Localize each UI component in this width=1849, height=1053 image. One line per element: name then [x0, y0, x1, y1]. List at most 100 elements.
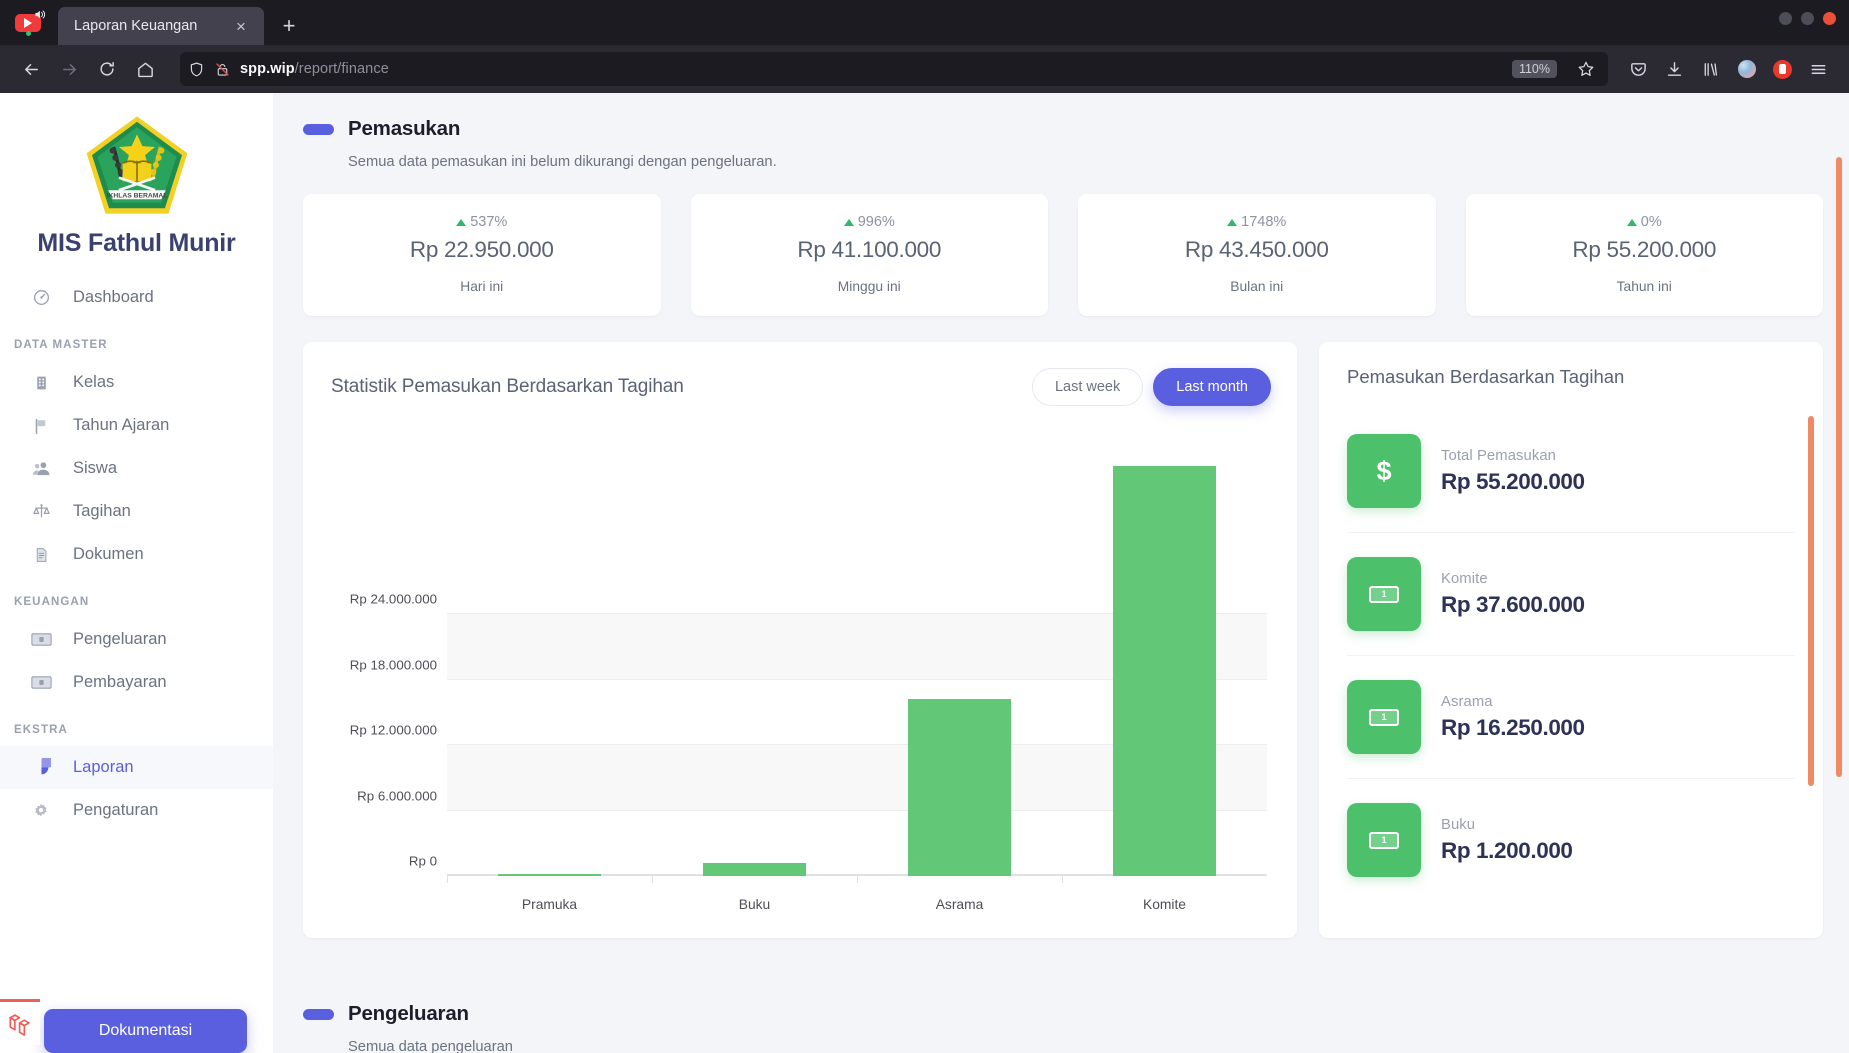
stat-label: Minggu ini	[691, 263, 1049, 294]
last-month-button[interactable]: Last month	[1153, 368, 1271, 406]
sidebar-item-pengeluaran[interactable]: Pengeluaran	[0, 618, 273, 661]
last-week-button[interactable]: Last week	[1032, 368, 1143, 406]
stats-row: 537% Rp 22.950.000 Hari ini 996% Rp 41.1…	[303, 170, 1823, 316]
library-icon[interactable]	[1694, 53, 1727, 86]
main-content: Pemasukan Semua data pemasukan ini belum…	[273, 93, 1849, 1053]
stat-trend: 996%	[691, 214, 1049, 230]
sidebar-item-laporan[interactable]: Laporan	[0, 746, 273, 789]
sidebar-item-label: Tahun Ajaran	[73, 416, 169, 435]
reload-icon[interactable]	[90, 52, 124, 86]
forward-arrow-icon[interactable]	[52, 52, 86, 86]
sidebar-item-tahun-ajaran[interactable]: Tahun Ajaran	[0, 404, 273, 447]
stat-label: Bulan ini	[1078, 263, 1436, 294]
sidebar-item-label: Pengeluaran	[73, 630, 167, 649]
sidebar-section-keuangan: KEUANGAN	[0, 576, 273, 618]
url-path: /report/finance	[295, 61, 389, 77]
stat-percent: 537%	[470, 214, 507, 230]
sidebar-item-label: Tagihan	[73, 502, 131, 521]
browser-tab[interactable]: Laporan Keuangan ×	[58, 7, 264, 45]
section-marker-pill	[303, 124, 334, 135]
download-icon[interactable]	[1658, 53, 1691, 86]
chart-title: Statistik Pemasukan Berdasarkan Tagihan	[331, 376, 1032, 398]
bar-column	[857, 440, 1062, 876]
bar[interactable]	[1113, 466, 1216, 876]
ublock-origin-icon[interactable]	[1766, 53, 1799, 86]
bar-series	[447, 440, 1267, 876]
trend-up-icon	[1627, 219, 1637, 226]
sidebar-item-siswa[interactable]: Siswa	[0, 447, 273, 490]
page-scrollbar[interactable]	[1836, 157, 1842, 777]
building-icon	[30, 374, 52, 392]
plot-area: Rp 0Rp 6.000.000Rp 12.000.000Rp 18.000.0…	[447, 440, 1267, 876]
sidebar-item-dokumen[interactable]: Dokumen	[0, 533, 273, 576]
document-icon	[30, 546, 52, 564]
pocket-icon[interactable]	[1622, 53, 1655, 86]
star-icon[interactable]	[1572, 55, 1600, 83]
close-icon[interactable]: ×	[228, 13, 254, 39]
maximize-button[interactable]	[1801, 12, 1814, 25]
sidebar-item-pembayaran[interactable]: Pembayaran	[0, 661, 273, 704]
tab-strip: Laporan Keuangan × +	[0, 0, 1849, 45]
stat-percent: 1748%	[1241, 214, 1286, 230]
back-arrow-icon[interactable]	[14, 52, 48, 86]
stat-trend: 537%	[303, 214, 661, 230]
list-item[interactable]: 1 Komite Rp 37.600.000	[1347, 533, 1795, 656]
sidebar-item-dashboard[interactable]: Dashboard	[0, 276, 273, 319]
account-avatar-icon[interactable]	[1730, 53, 1763, 86]
sidebar-item-kelas[interactable]: Kelas	[0, 361, 273, 404]
active-indicator-dot	[26, 31, 31, 36]
sidebar-item-tagihan[interactable]: Tagihan	[0, 490, 273, 533]
url-bar[interactable]: spp.wip/report/finance 110%	[180, 52, 1608, 86]
pengeluaran-subtitle: Semua data pengeluaran	[303, 1026, 1823, 1053]
income-by-bill-card: Pemasukan Berdasarkan Tagihan $ Total Pe…	[1319, 342, 1823, 938]
speaker-icon	[33, 8, 46, 21]
banknote-icon: 1	[1347, 557, 1421, 631]
laravel-logo-icon	[0, 999, 40, 1045]
y-axis-tick-label: Rp 18.000.000	[350, 657, 437, 672]
bar[interactable]	[498, 874, 601, 876]
side-card-scrollbar[interactable]	[1808, 416, 1814, 786]
new-tab-button[interactable]: +	[272, 9, 306, 43]
school-name: MIS Fathul Munir	[0, 223, 273, 276]
url-host: spp.wip	[240, 61, 295, 77]
section-title: Pengeluaran	[348, 1002, 469, 1026]
media-playing-indicator	[6, 0, 50, 45]
stat-trend: 0%	[1466, 214, 1824, 230]
stat-label: Tahun ini	[1466, 263, 1824, 294]
dokumentasi-button[interactable]: Dokumentasi	[44, 1009, 247, 1053]
page-viewport: IKHLAS BERAMAL MIS Fathul Munir Dashboar…	[0, 93, 1849, 1053]
sidebar-item-label: Pembayaran	[73, 673, 167, 692]
broken-lock-icon[interactable]	[214, 61, 231, 78]
window-close-button[interactable]	[1823, 12, 1836, 25]
list-item[interactable]: 1 Buku Rp 1.200.000	[1347, 779, 1795, 901]
chart-card: Statistik Pemasukan Berdasarkan Tagihan …	[303, 342, 1297, 938]
list-item-label: Buku	[1441, 817, 1573, 833]
bar[interactable]	[908, 699, 1011, 876]
home-icon[interactable]	[128, 52, 162, 86]
sidebar-footer: Dokumentasi	[0, 1009, 273, 1053]
stat-card: 537% Rp 22.950.000 Hari ini	[303, 194, 661, 316]
zoom-level-badge[interactable]: 110%	[1512, 60, 1557, 78]
sidebar: IKHLAS BERAMAL MIS Fathul Munir Dashboar…	[0, 93, 273, 1053]
sidebar-section-ekstra: EKSTRA	[0, 704, 273, 746]
bar[interactable]	[703, 863, 806, 876]
stat-card: 1748% Rp 43.450.000 Bulan ini	[1078, 194, 1436, 316]
x-axis-tick-label: Komite	[1062, 897, 1267, 912]
list-item-label: Komite	[1441, 571, 1585, 587]
range-toggle-group: Last week Last month	[1032, 368, 1271, 406]
stat-value: Rp 43.450.000	[1078, 230, 1436, 263]
minimize-button[interactable]	[1779, 12, 1792, 25]
pemasukan-section-header: Pemasukan	[303, 93, 1823, 141]
list-item[interactable]: 1 Asrama Rp 16.250.000	[1347, 656, 1795, 779]
school-crest-logo: IKHLAS BERAMAL	[0, 93, 273, 223]
trend-up-icon	[1227, 219, 1237, 226]
bar-chart: Rp 0Rp 6.000.000Rp 12.000.000Rp 18.000.0…	[327, 430, 1267, 920]
sidebar-item-label: Siswa	[73, 459, 117, 478]
stat-label: Hari ini	[303, 263, 661, 294]
stat-value: Rp 55.200.000	[1466, 230, 1824, 263]
sidebar-item-pengaturan[interactable]: Pengaturan	[0, 789, 273, 832]
list-item[interactable]: $ Total Pemasukan Rp 55.200.000	[1347, 410, 1795, 533]
hamburger-menu-icon[interactable]	[1802, 53, 1835, 86]
sidebar-item-label: Dokumen	[73, 545, 144, 564]
y-axis-tick-label: Rp 0	[409, 854, 437, 869]
